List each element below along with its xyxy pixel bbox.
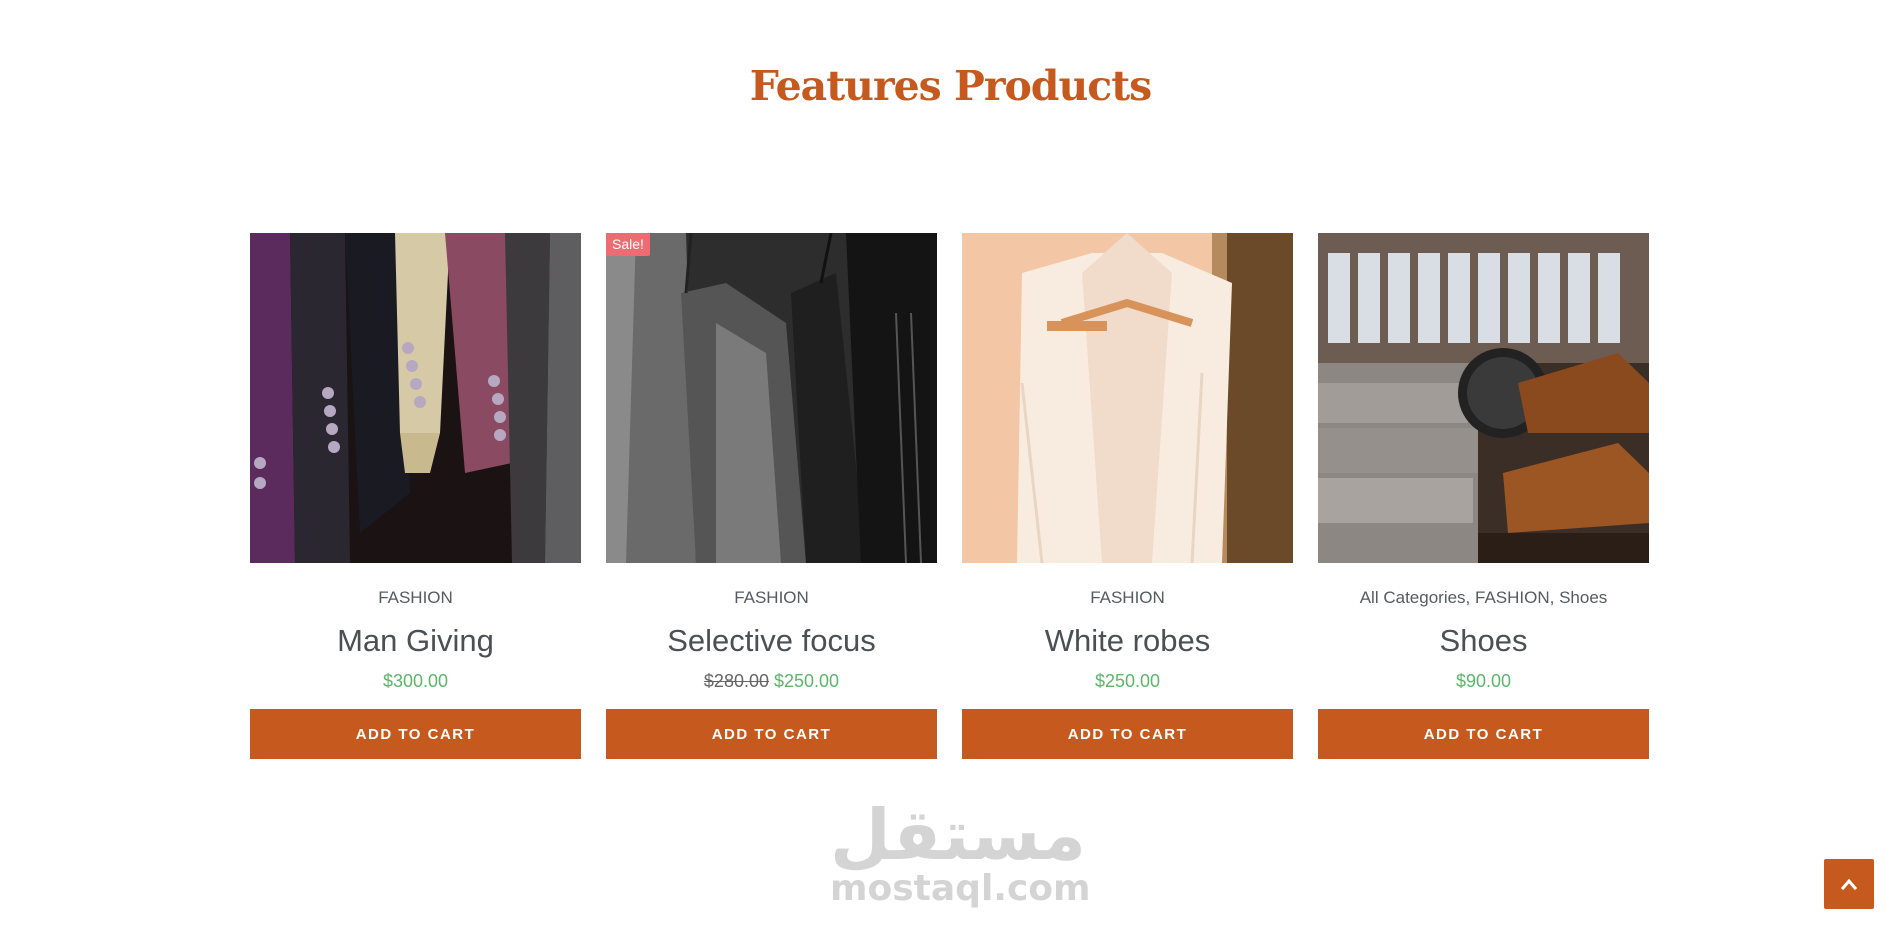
category-link-fashion[interactable]: FASHION [1090, 588, 1165, 607]
product-card: FASHION Man Giving $300.00 ADD TO CART [250, 233, 581, 759]
add-to-cart-button[interactable]: ADD TO CART [1318, 709, 1649, 759]
category-separator: , [1465, 588, 1475, 607]
mostaql-watermark: مستقل mostaql.com [830, 794, 1091, 915]
category-link-fashion[interactable]: FASHION [734, 588, 809, 607]
add-to-cart-button[interactable]: ADD TO CART [962, 709, 1293, 759]
category-link-fashion[interactable]: FASHION [378, 588, 453, 607]
chevron-up-icon [1841, 878, 1857, 890]
product-card: FASHION White robes $250.00 ADD TO CART [962, 233, 1293, 759]
product-title[interactable]: Man Giving [337, 621, 494, 661]
product-categories: All Categories, FASHION, Shoes [1360, 588, 1608, 608]
product-title[interactable]: Selective focus [667, 621, 876, 661]
old-price: $280.00 [703, 671, 769, 691]
product-image[interactable] [250, 233, 581, 563]
page: Features Products FASHION Man Giving $30… [0, 0, 1901, 930]
sale-price: $250.00 [774, 671, 840, 691]
category-link-shoes[interactable]: Shoes [1559, 588, 1607, 607]
product-price: $250.00 [1094, 671, 1161, 691]
shoes-image [1318, 233, 1649, 563]
add-to-cart-button[interactable]: ADD TO CART [250, 709, 581, 759]
sale-badge: Sale! [606, 233, 650, 256]
product-image[interactable]: Sale! [606, 233, 937, 563]
back-to-top-button[interactable] [1824, 859, 1874, 909]
hanging-tops-image [606, 233, 937, 563]
product-image[interactable] [962, 233, 1293, 563]
product-grid: FASHION Man Giving $300.00 ADD TO CART S… [250, 233, 1649, 759]
product-categories: FASHION [734, 588, 809, 608]
jackets-image [250, 233, 581, 563]
product-title[interactable]: White robes [1045, 621, 1210, 661]
category-separator: , [1549, 588, 1560, 607]
section-title: Features Products [749, 62, 1153, 110]
category-link-fashion[interactable]: FASHION [1475, 588, 1550, 607]
category-link-all[interactable]: All Categories [1360, 588, 1466, 607]
product-price: $90.00 [1455, 671, 1512, 691]
product-price: $300.00 [382, 671, 449, 691]
product-image[interactable] [1318, 233, 1649, 563]
watermark-arabic: مستقل [830, 794, 1087, 876]
white-robe-image [962, 233, 1293, 563]
product-price: $280.00 $250.00 [704, 669, 839, 693]
product-title[interactable]: Shoes [1440, 621, 1528, 661]
product-card: Sale! FASHION Selective focus $280.00 $25… [606, 233, 937, 759]
product-categories: FASHION [378, 588, 453, 608]
product-card: All Categories, FASHION, Shoes Shoes $90… [1318, 233, 1649, 759]
add-to-cart-button[interactable]: ADD TO CART [606, 709, 937, 759]
watermark-latin: mostaql.com [830, 868, 1091, 909]
product-categories: FASHION [1090, 588, 1165, 608]
